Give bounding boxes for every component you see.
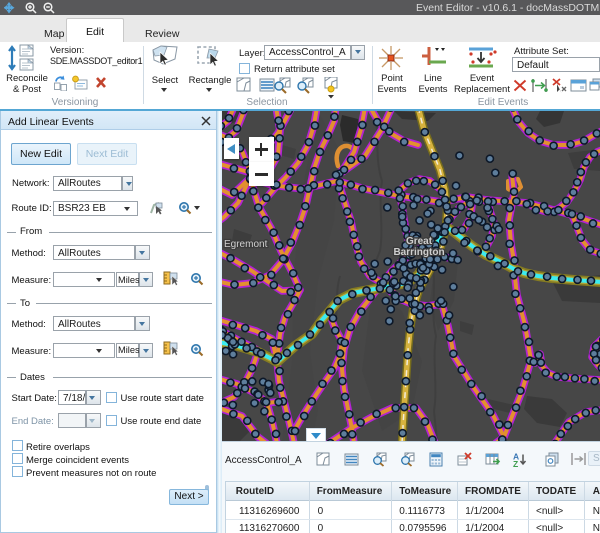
svg-text:Z: Z — [513, 459, 518, 469]
svg-text:Barrington: Barrington — [393, 247, 444, 258]
svg-text:Great: Great — [406, 236, 433, 247]
svg-text:Egremont: Egremont — [224, 239, 268, 250]
